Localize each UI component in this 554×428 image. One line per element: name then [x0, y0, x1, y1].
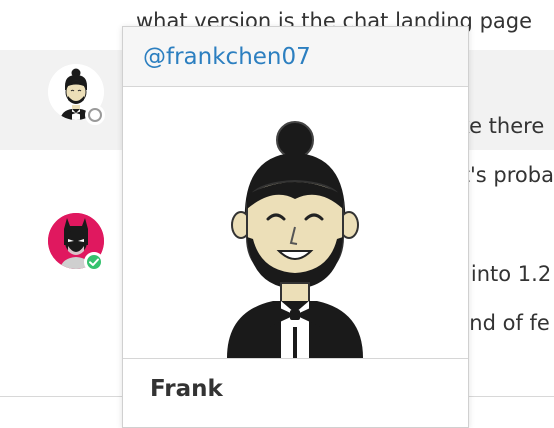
status-online-icon — [84, 252, 104, 272]
profile-display-name: Frank — [150, 376, 223, 402]
avatar-man-bun-large-icon — [227, 121, 363, 358]
message-text: 't's proba — [456, 163, 554, 187]
message-text: und of fe — [456, 311, 550, 335]
user-profile-popup: @frankchen07 Frank — [122, 26, 469, 428]
message-text: t into 1.2 — [456, 262, 552, 286]
profile-avatar-large — [123, 87, 468, 359]
popup-header: @frankchen07 — [123, 27, 468, 87]
status-offline-icon — [85, 105, 105, 125]
profile-handle-link[interactable]: @frankchen07 — [143, 44, 311, 70]
